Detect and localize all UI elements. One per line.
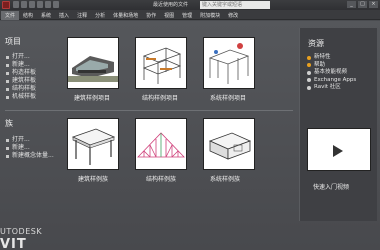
architectural-template-link[interactable]: 建筑样板 — [6, 77, 36, 85]
box-unit-icon — [204, 119, 254, 169]
families-links: 打开... 新建... 新建概念体量... — [6, 136, 54, 160]
autodesk-logo-text: UTODESK — [0, 227, 43, 236]
table-icon — [68, 119, 118, 169]
search-input[interactable]: 键入关键字或短语 — [200, 1, 270, 9]
systems-sample-family-label[interactable]: 系统样例族 — [210, 174, 240, 183]
tab-insert[interactable]: 插入 — [55, 11, 73, 20]
architectural-sample-family-label[interactable]: 建筑样例族 — [78, 174, 108, 183]
structural-sample-project-label[interactable]: 结构样例项目 — [142, 93, 178, 102]
bullet-icon — [6, 79, 9, 83]
family-new-link[interactable]: 新建... — [6, 144, 54, 152]
resources-panel: 资源 新特性 帮助 基本技能视频 Exchange Apps Ravit 社区 … — [299, 28, 377, 221]
quickstart-video-label[interactable]: 快速入门视频 — [313, 182, 349, 191]
tab-view[interactable]: 视图 — [160, 11, 178, 20]
tab-massing-site[interactable]: 体量和场地 — [109, 11, 142, 20]
undo-icon[interactable] — [29, 1, 35, 8]
save-icon[interactable] — [21, 1, 27, 8]
video-icon — [307, 70, 311, 75]
bullet-icon — [6, 55, 9, 59]
structure-frame-icon — [136, 38, 186, 88]
essential-skills-videos-link[interactable]: 基本技能视频 — [307, 69, 356, 77]
tab-manage[interactable]: 管理 — [178, 11, 196, 20]
tab-structure[interactable]: 结构 — [19, 11, 37, 20]
project-new-link[interactable]: 新建... — [6, 61, 36, 69]
community-link[interactable]: Ravit 社区 — [307, 84, 356, 92]
systems-sample-family-thumb[interactable] — [203, 118, 255, 170]
maximize-button[interactable]: □ — [358, 1, 367, 8]
play-icon — [333, 145, 343, 157]
help-link[interactable]: 帮助 — [307, 62, 356, 70]
house-render-icon — [68, 38, 118, 88]
tab-addins[interactable]: 附加模块 — [196, 11, 224, 20]
tab-systems[interactable]: 系统 — [37, 11, 55, 20]
systems-diagram-icon — [204, 38, 254, 88]
bullet-icon — [6, 154, 9, 158]
help-icon — [307, 63, 311, 68]
structural-sample-family-thumb[interactable] — [135, 118, 187, 170]
bullet-icon — [6, 95, 9, 99]
window-controls: _ □ × — [347, 1, 378, 8]
architectural-sample-project-thumb[interactable] — [67, 37, 119, 89]
resources-links: 新特性 帮助 基本技能视频 Exchange Apps Ravit 社区 — [307, 54, 356, 92]
projects-heading: 项目 — [5, 37, 21, 46]
project-open-link[interactable]: 打开... — [6, 53, 36, 61]
measure-icon[interactable] — [53, 1, 59, 8]
revit-logo-text: VIT — [0, 237, 27, 250]
structural-template-link[interactable]: 结构样板 — [6, 85, 36, 93]
exchange-apps-icon — [307, 78, 311, 83]
bullet-icon — [6, 87, 9, 91]
systems-sample-project-label[interactable]: 系统样例项目 — [210, 93, 246, 102]
whats-new-icon — [307, 55, 311, 60]
structural-sample-family-label[interactable]: 结构样例族 — [146, 174, 176, 183]
family-open-link[interactable]: 打开... — [6, 136, 54, 144]
open-icon[interactable] — [13, 1, 19, 8]
families-heading: 族 — [5, 119, 13, 128]
exchange-apps-link[interactable]: Exchange Apps — [307, 77, 356, 85]
truss-icon — [136, 119, 186, 169]
close-button[interactable]: × — [369, 1, 378, 8]
tab-file[interactable]: 文件 — [1, 11, 20, 20]
ribbon-tabs: 文件 结构 系统 插入 注释 分析 体量和场地 协作 视图 管理 附加模块 修改 — [0, 10, 380, 20]
new-conceptual-mass-link[interactable]: 新建概念体量... — [6, 152, 54, 160]
bullet-icon — [6, 63, 9, 67]
whats-new-link[interactable]: 新特性 — [307, 54, 356, 62]
construction-template-link[interactable]: 构造样板 — [6, 69, 36, 77]
bullet-icon — [6, 138, 9, 142]
application-menu-button[interactable] — [2, 1, 10, 9]
tab-annotate[interactable]: 注释 — [73, 11, 91, 20]
redo-icon[interactable] — [37, 1, 43, 8]
recent-files-page: 项目 打开... 新建... 构造样板 建筑样板 结构样板 机械样板 建筑样例项… — [0, 21, 380, 250]
minimize-button[interactable]: _ — [347, 1, 356, 8]
projects-links: 打开... 新建... 构造样板 建筑样板 结构样板 机械样板 — [6, 53, 36, 101]
systems-sample-project-thumb[interactable] — [203, 37, 255, 89]
quickstart-video-thumb[interactable] — [307, 128, 371, 171]
section-divider — [5, 110, 293, 111]
title-bar: 最近使用的文件 键入关键字或短语 _ □ × — [0, 0, 380, 10]
document-title: 最近使用的文件 — [153, 2, 189, 8]
architectural-sample-project-label[interactable]: 建筑样例项目 — [74, 93, 110, 102]
resources-heading: 资源 — [308, 39, 324, 48]
tab-modify[interactable]: 修改 — [224, 11, 242, 20]
print-icon[interactable] — [45, 1, 51, 8]
community-icon — [307, 85, 311, 90]
mechanical-template-link[interactable]: 机械样板 — [6, 93, 36, 101]
architectural-sample-family-thumb[interactable] — [67, 118, 119, 170]
tab-collaborate[interactable]: 协作 — [142, 11, 160, 20]
tab-analyze[interactable]: 分析 — [91, 11, 109, 20]
structural-sample-project-thumb[interactable] — [135, 37, 187, 89]
bullet-icon — [6, 71, 9, 75]
bullet-icon — [6, 146, 9, 150]
quick-access-toolbar — [13, 1, 59, 8]
